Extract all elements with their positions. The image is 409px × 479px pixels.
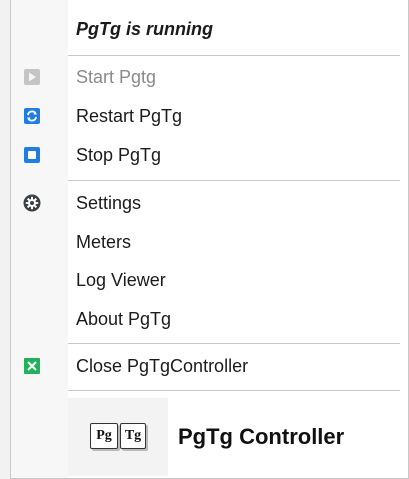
separator (68, 55, 400, 56)
logo-box-pg: Pg (90, 423, 118, 449)
menu-item-about[interactable]: About PgTg (11, 300, 408, 338)
menu-header: PgTg is running (11, 10, 408, 48)
menu-item-meters[interactable]: Meters (11, 223, 408, 261)
separator (68, 390, 400, 391)
menu-item-label: Settings (76, 192, 142, 213)
menu-item-label: Close PgTgController (76, 355, 249, 376)
status-header-label: PgTg is running (76, 18, 213, 39)
tray-context-menu: PgTg is running Start Pgtg Restart PgTg … (0, 0, 409, 479)
menu-item-stop[interactable]: Stop PgTg (11, 136, 408, 174)
app-title: PgTg Controller (178, 424, 345, 449)
stop-icon (23, 146, 41, 164)
menu-item-label: Start Pgtg (76, 66, 157, 87)
menu-item-label: Meters (76, 231, 132, 252)
separator (68, 343, 400, 344)
menu-item-log-viewer[interactable]: Log Viewer (11, 261, 408, 299)
app-branding: Pg Tg PgTg Controller (68, 398, 408, 476)
restart-icon (23, 107, 41, 125)
menu-item-label: Restart PgTg (76, 105, 183, 126)
app-logo: Pg Tg (68, 398, 168, 476)
menu-item-close[interactable]: Close PgTgController (11, 347, 408, 385)
logo-box-tg: Tg (120, 423, 146, 449)
menu-item-restart[interactable]: Restart PgTg (11, 97, 408, 135)
play-icon (23, 68, 41, 86)
menu-item-settings[interactable]: Settings (11, 184, 408, 222)
gear-icon (23, 194, 41, 212)
menu-item-label: Stop PgTg (76, 144, 162, 165)
close-icon (23, 357, 41, 375)
menu-item-label: Log Viewer (76, 269, 166, 290)
menu-item-start: Start Pgtg (11, 58, 408, 96)
menu-item-label: About PgTg (76, 308, 172, 329)
menu-panel: PgTg is running Start Pgtg Restart PgTg … (10, 0, 409, 479)
separator (68, 180, 400, 181)
